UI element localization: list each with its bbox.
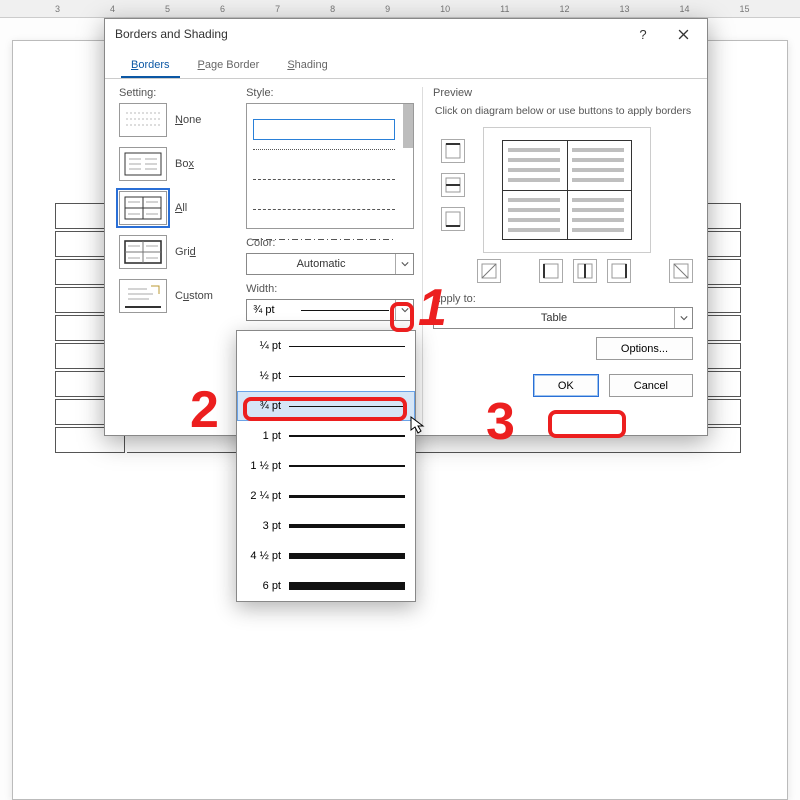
dialog-help-button[interactable]: ? [623, 20, 663, 48]
preview-btn-right[interactable] [607, 259, 631, 283]
tab-page-border-label: Page Border [198, 59, 260, 71]
preview-btn-diag1[interactable] [477, 259, 501, 283]
style-list[interactable] [246, 103, 414, 229]
tab-shading-label: Shading [287, 59, 327, 71]
setting-custom-icon [119, 279, 167, 313]
width-value: ¾ pt [247, 304, 295, 316]
preview-label: Preview [433, 87, 693, 99]
setting-box[interactable]: Box [119, 147, 238, 181]
ruler: 3456789101112131415 [0, 0, 800, 18]
style-option-dashdot[interactable] [253, 239, 395, 260]
dialog-tabs: Borders Page Border Shading [105, 49, 707, 79]
style-option-solid[interactable] [253, 119, 395, 140]
apply-to-label: Apply to: [433, 293, 693, 305]
width-preview [295, 310, 395, 311]
width-option[interactable]: 2 ¼ pt [237, 481, 415, 511]
setting-none-icon [119, 103, 167, 137]
ok-button[interactable]: OK [533, 374, 599, 397]
setting-none-label: None [175, 114, 201, 126]
setting-all[interactable]: All [119, 191, 238, 225]
dialog-title: Borders and Shading [115, 27, 623, 41]
width-dropdown-list[interactable]: ¼ pt½ pt¾ pt1 pt1 ½ pt2 ¼ pt3 pt4 ½ pt6 … [236, 330, 416, 602]
width-option[interactable]: ¾ pt [237, 391, 415, 421]
dialog-titlebar[interactable]: Borders and Shading ? [105, 19, 707, 49]
apply-to-value: Table [434, 312, 674, 324]
setting-all-label: All [175, 202, 187, 214]
preview-btn-diag2[interactable] [669, 259, 693, 283]
style-option-dashed[interactable] [253, 209, 395, 230]
preview-btn-hmid[interactable] [441, 173, 465, 197]
preview-btn-left[interactable] [539, 259, 563, 283]
width-option[interactable]: ¼ pt [237, 331, 415, 361]
preview-column: Preview Click on diagram below or use bu… [422, 87, 693, 425]
preview-btn-bottom[interactable] [441, 207, 465, 231]
width-label: Width: [246, 283, 414, 295]
preview-hint: Click on diagram below or use buttons to… [433, 105, 693, 117]
width-dropdown[interactable]: ¾ pt [246, 299, 414, 321]
setting-column: Setting: None Box All Grid Custom [119, 87, 238, 425]
setting-grid[interactable]: Grid [119, 235, 238, 269]
tab-shading[interactable]: Shading [277, 53, 337, 78]
width-chevron-icon [395, 300, 413, 320]
width-option[interactable]: 1 ½ pt [237, 451, 415, 481]
options-button-label: Options... [621, 343, 668, 355]
dialog-close-button[interactable] [663, 20, 703, 48]
tab-borders[interactable]: Borders [121, 53, 180, 78]
width-option[interactable]: ½ pt [237, 361, 415, 391]
apply-to-dropdown[interactable]: Table [433, 307, 693, 329]
width-option[interactable]: 6 pt [237, 571, 415, 601]
setting-label: Setting: [119, 87, 238, 99]
setting-grid-label: Grid [175, 246, 196, 258]
chevron-down-icon [674, 308, 692, 328]
preview-diagram[interactable] [483, 127, 651, 253]
close-icon [678, 29, 689, 40]
setting-box-label: Box [175, 158, 194, 170]
style-option-dashed-fine[interactable] [253, 179, 395, 200]
preview-btn-top[interactable] [441, 139, 465, 163]
setting-none[interactable]: None [119, 103, 238, 137]
setting-grid-icon [119, 235, 167, 269]
cancel-button-label: Cancel [634, 380, 668, 392]
chevron-down-icon [395, 254, 413, 274]
setting-custom[interactable]: Custom [119, 279, 238, 313]
setting-all-icon [119, 191, 167, 225]
ok-button-label: OK [558, 380, 574, 392]
width-option[interactable]: 3 pt [237, 511, 415, 541]
style-label: Style: [246, 87, 414, 99]
setting-custom-label: Custom [175, 290, 213, 302]
style-scrollbar[interactable] [403, 104, 413, 148]
setting-box-icon [119, 147, 167, 181]
cancel-button[interactable]: Cancel [609, 374, 693, 397]
options-button[interactable]: Options... [596, 337, 693, 360]
style-option-dotted[interactable] [253, 149, 395, 170]
preview-btn-vmid[interactable] [573, 259, 597, 283]
tab-page-border[interactable]: Page Border [188, 53, 270, 78]
tab-borders-label: Borders [131, 59, 170, 71]
width-option[interactable]: 4 ½ pt [237, 541, 415, 571]
width-option[interactable]: 1 pt [237, 421, 415, 451]
